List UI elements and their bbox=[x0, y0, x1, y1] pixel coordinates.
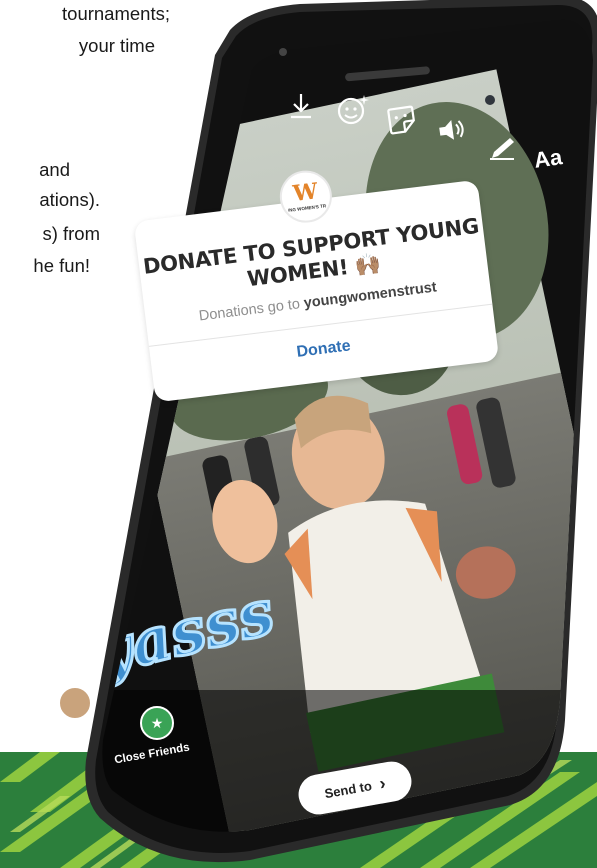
text-tool-button[interactable]: Aa bbox=[532, 144, 563, 174]
donation-sticker[interactable]: W YOUNG WOMEN'S TRUST DONATE TO SUPPORT … bbox=[130, 150, 500, 403]
close-friends-button[interactable]: ★ bbox=[140, 706, 174, 740]
star-icon: ★ bbox=[150, 714, 164, 731]
svg-text:W: W bbox=[291, 178, 320, 207]
sparkle-face-icon[interactable] bbox=[335, 92, 371, 133]
chevron-right-icon: › bbox=[377, 772, 388, 794]
your-story-avatar[interactable] bbox=[58, 686, 92, 720]
pen-icon[interactable] bbox=[488, 134, 520, 165]
close-icon[interactable]: × bbox=[186, 59, 216, 97]
download-icon[interactable] bbox=[286, 92, 316, 125]
story-toolbar: × Aa bbox=[0, 0, 597, 200]
sticker-icon[interactable] bbox=[384, 102, 421, 143]
speaker-icon[interactable] bbox=[436, 116, 468, 149]
